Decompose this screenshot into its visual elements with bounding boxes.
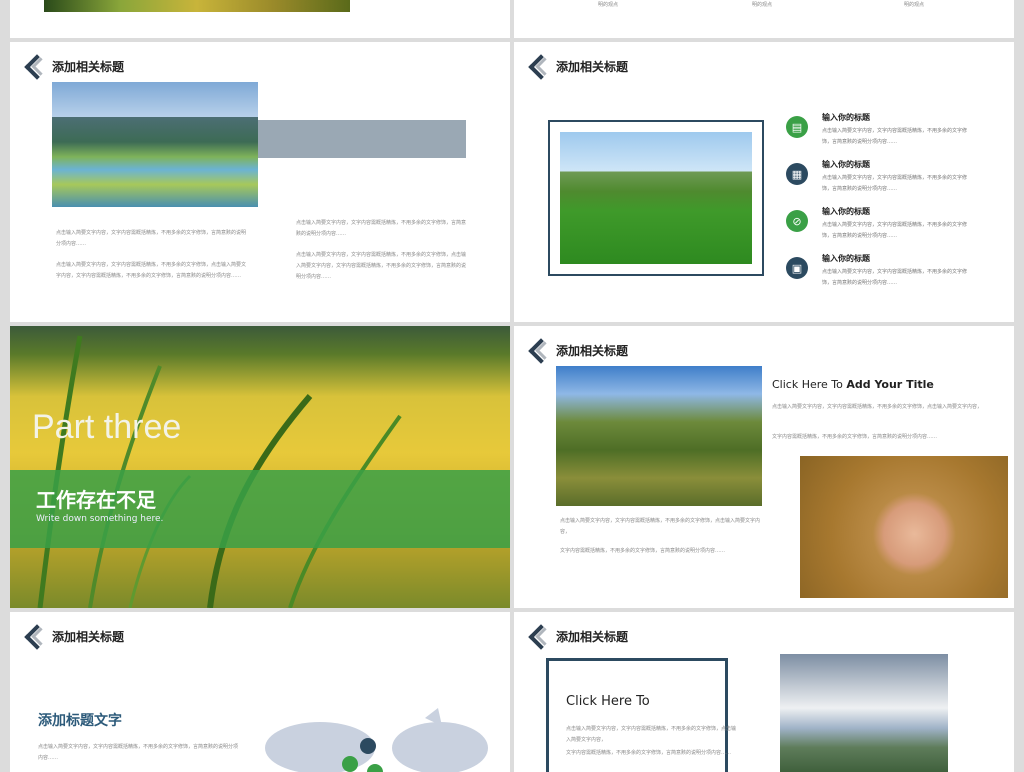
slide-header: 添加相关标题 xyxy=(24,54,125,80)
slide-top-right: 明的观点 明的观点 明的观点 xyxy=(514,0,1014,38)
item-desc: 点击输入简要文字内容，文字内容需概括精炼，不用多余的文字修饰，言简意赅的说明分项… xyxy=(822,269,968,286)
paragraph: 点击输入简要文字内容，文字内容需概括精炼，不用多余的文字修饰，言简意赅的说明分项… xyxy=(38,744,239,761)
cloud-mountain-photo xyxy=(780,654,948,772)
slide-title: 添加相关标题 xyxy=(556,343,629,358)
item-title: 输入你的标题 xyxy=(822,207,870,216)
item-desc: 点击输入简要文字内容，文字内容需概括精炼，不用多余的文字修饰，言简意赅的说明分项… xyxy=(822,128,968,145)
paragraph: 文字内容需概括精炼，不用多余的文字修饰，言简意赅的说明分项内容…… xyxy=(560,548,726,554)
slide-header: 添加相关标题 xyxy=(528,624,629,650)
paragraph: 文字内容需概括精炼，不用多余的文字修饰，言简意赅的说明分项内容…… xyxy=(772,434,938,440)
slide-header: 添加相关标题 xyxy=(528,54,629,80)
item-desc: 点击输入简要文字内容，文字内容需概括精炼，不用多余的文字修饰，言简意赅的说明分项… xyxy=(822,175,968,192)
heading-bold: Add Your Title xyxy=(846,378,934,391)
item-icon: ▣ xyxy=(786,257,808,279)
piggy-bank-icon xyxy=(265,708,488,772)
paragraph: 点击输入简要文字内容，文字内容需概括精炼，不用多余的文字修饰，点击输入简要文字内… xyxy=(560,518,761,535)
section-title: 工作存在不足 xyxy=(36,488,156,512)
chevron-logo-icon xyxy=(24,54,50,80)
paragraph: 点击输入简要文字内容，文字内容需概括精炼，不用多余的文字修饰，点击输入简要文字内… xyxy=(566,726,737,743)
chevron-logo-icon xyxy=(528,54,554,80)
slide-header: 添加相关标题 xyxy=(528,338,629,364)
slide-title: 添加相关标题 xyxy=(556,629,629,644)
section-subtitle: 添加标题文字 xyxy=(38,713,122,729)
hand-grain-photo xyxy=(800,456,1008,598)
paragraph: 文字内容需概括精炼，不用多余的文字修饰，言简意赅的说明分项内容…… xyxy=(566,750,732,756)
item-icon: ⊘ xyxy=(786,210,808,232)
chevron-logo-icon xyxy=(528,624,554,650)
chevron-logo-icon xyxy=(528,338,554,364)
slide-icon-list: 添加相关标题 ▤ 输入你的标题 点击输入简要文字内容，文字内容需概括精炼，不用多… xyxy=(514,42,1014,322)
caption: 明的观点 xyxy=(904,2,925,8)
field-photo xyxy=(560,132,752,264)
click-here-heading: Click Here To Add Your Title xyxy=(772,378,934,391)
heading-plain: Click Here To xyxy=(772,378,847,391)
item-title: 输入你的标题 xyxy=(822,160,870,169)
slide-landscape: 添加相关标题 点击输入简要文字内容，文字内容需概括精炼，不用多余的文字修饰，言简… xyxy=(10,42,510,322)
paragraph: 点击输入简要文字内容，文字内容需概括精炼，不用多余的文字修饰，点击输入简要文字内… xyxy=(56,262,247,279)
item-title: 输入你的标题 xyxy=(822,113,870,122)
item-title: 输入你的标题 xyxy=(822,254,870,263)
grass-blades xyxy=(37,335,402,608)
caption: 明的观点 xyxy=(752,2,773,8)
paragraph: 点击输入简要文字内容，文字内容需概括精炼，不用多余的文字修饰，言简意赅的说明分项… xyxy=(296,220,467,237)
item-desc: 点击输入简要文字内容，文字内容需概括精炼，不用多余的文字修饰，言简意赅的说明分项… xyxy=(822,222,968,239)
slide-click-here: 添加相关标题 Click Here To 点击输入简要文字内容，文字内容需概括精… xyxy=(514,612,1014,772)
paragraph: 点击输入简要文字内容，文字内容需概括精炼，不用多余的文字修饰，点击输入简要文字内… xyxy=(772,404,983,410)
landscape-photo xyxy=(52,82,258,207)
caption: 明的观点 xyxy=(598,2,619,8)
wheat-photo-strip xyxy=(44,0,350,12)
slide-add-title: 添加相关标题 Click Here To Add Your Title 点击输入… xyxy=(514,326,1014,608)
item-icon: ▦ xyxy=(786,163,808,185)
chevron-logo-icon xyxy=(24,624,50,650)
paragraph: 点击输入简要文字内容，文字内容需概括精炼，不用多余的文字修饰，点击输入简要文字内… xyxy=(296,252,467,280)
gray-accent-bar xyxy=(258,120,466,158)
slide-pig-graphic: 添加相关标题 添加标题文字 点击输入简要文字内容，文字内容需概括精炼，不用多余的… xyxy=(10,612,510,772)
item-icon: ▤ xyxy=(786,116,808,138)
slide-title: 添加相关标题 xyxy=(556,59,629,74)
section-subtitle: Write down something here. xyxy=(36,514,164,524)
slide-title: 添加相关标题 xyxy=(52,629,125,644)
grain-photo xyxy=(556,366,762,506)
slide-title: 添加相关标题 xyxy=(52,59,125,74)
slide-section-divider: Part three 工作存在不足 Write down something h… xyxy=(10,326,510,608)
slide-top-left xyxy=(10,0,510,38)
part-label: Part three xyxy=(32,408,182,446)
click-here-label: Click Here To xyxy=(566,694,650,709)
slide-header: 添加相关标题 xyxy=(24,624,125,650)
paragraph: 点击输入简要文字内容，文字内容需概括精炼，不用多余的文字修饰，言简意赅的说明分项… xyxy=(56,230,247,247)
